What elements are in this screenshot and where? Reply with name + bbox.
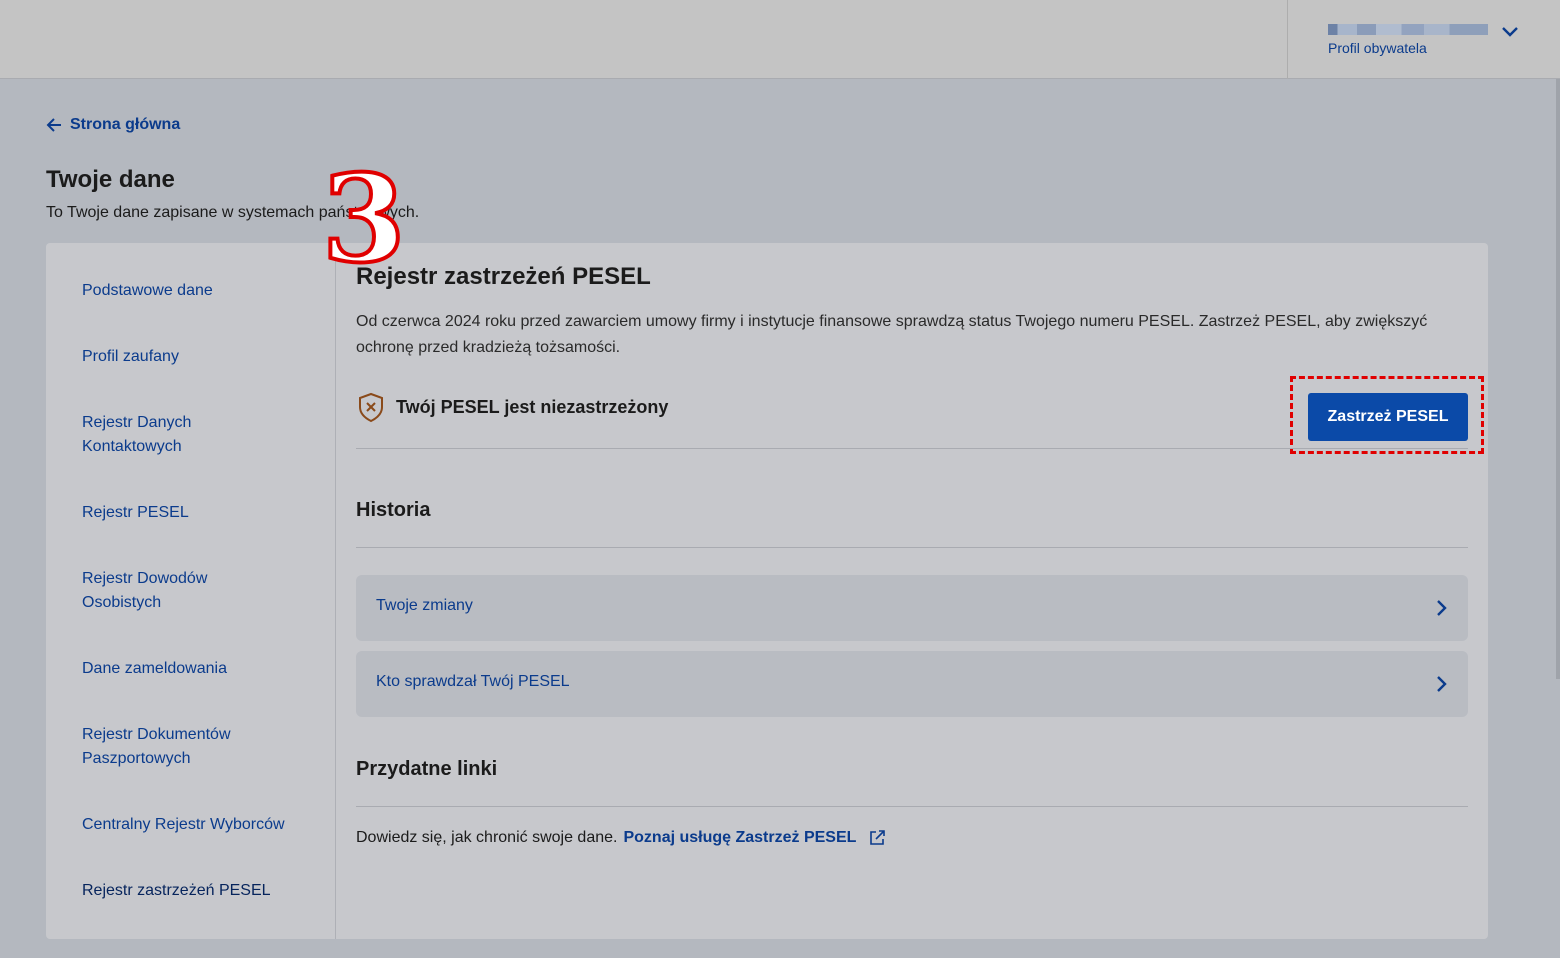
data-card: Podstawowe dane Profil zaufany Rejestr D… [46,243,1488,939]
sidebar-item-rejestr-paszportowy[interactable]: Rejestr Dokumentów Paszportowych [82,723,262,771]
sidebar-item-rejestr-danych-kontaktowych[interactable]: Rejestr Danych Kontaktowych [82,411,232,459]
history-title: Historia [356,499,431,521]
status-text: Twój PESEL jest niezastrzeżony [396,396,669,417]
sidebar-item-rejestr-pesel[interactable]: Rejestr PESEL [82,501,312,525]
back-link[interactable]: Strona główna [46,116,180,134]
external-link-icon[interactable] [868,829,886,847]
sidebar-item-dane-zameldowania[interactable]: Dane zameldowania [82,657,312,681]
chevron-right-icon [1437,676,1447,692]
profile-menu[interactable]: Profil obywatela [1287,0,1560,79]
divider [356,547,1468,548]
sidebar-item-rejestr-dowodow[interactable]: Rejestr Dowodów Osobistych [82,567,242,615]
arrow-left-icon [46,118,61,132]
profile-name-redacted [1328,24,1488,35]
chevron-down-icon[interactable] [1500,24,1520,40]
scrollbar[interactable] [1556,79,1560,679]
useful-links: Dowiedz się, jak chronić swoje dane. Poz… [356,829,886,847]
shield-x-icon [359,392,383,423]
main-content: Rejestr zastrzeżeń PESEL Od czerwca 2024… [356,243,1484,939]
sidebar-item-rejestr-zastrzezen[interactable]: Rejestr zastrzeżeń PESEL [82,879,312,903]
links-text: Dowiedz się, jak chronić swoje dane. [356,829,618,846]
chevron-right-icon [1437,600,1447,616]
sidebar-item-profil-zaufany[interactable]: Profil zaufany [82,345,312,369]
sidebar-item-rejestr-wyborcow[interactable]: Centralny Rejestr Wyborców [82,813,312,837]
profile-label: Profil obywatela [1328,40,1427,56]
divider [356,806,1468,807]
sidebar-item-podstawowe-dane[interactable]: Podstawowe dane [82,279,312,303]
zastrzez-pesel-link[interactable]: Poznaj usługę Zastrzeż PESEL [623,829,856,847]
sidebar: Podstawowe dane Profil zaufany Rejestr D… [46,243,336,939]
zastrzez-pesel-button[interactable]: Zastrzeż PESEL [1308,393,1468,441]
page-title: Twoje dane [46,166,175,193]
top-bar: Profil obywatela [0,0,1560,79]
step-number-badge: 3 [320,149,407,290]
history-row-label: Twoje zmiany [376,597,473,614]
history-row-label: Kto sprawdzał Twój PESEL [376,673,570,690]
pesel-status: Twój PESEL jest niezastrzeżony [356,391,668,423]
history-row-kto-sprawdzal[interactable]: Kto sprawdzał Twój PESEL [356,651,1468,717]
back-link-label: Strona główna [70,116,181,133]
links-title: Przydatne linki [356,758,498,780]
history-row-twoje-zmiany[interactable]: Twoje zmiany [356,575,1468,641]
divider [356,448,1468,449]
intro-text: Od czerwca 2024 roku przed zawarciem umo… [356,313,1428,356]
